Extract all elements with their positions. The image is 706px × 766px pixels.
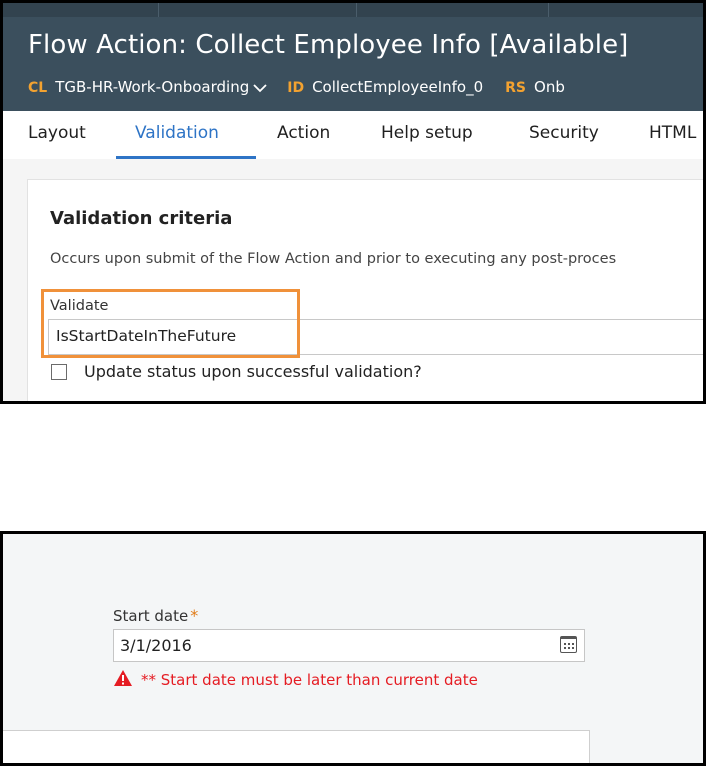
ruleset-tag: RS [505,80,527,96]
tab-layout[interactable]: Layout [28,123,86,143]
class-tag: CL [28,80,48,96]
update-status-checkbox[interactable] [51,364,67,380]
calendar-icon[interactable] [560,636,577,653]
validation-error: ** Start date must be later than current… [113,669,478,691]
warning-icon [113,669,133,691]
tab-security[interactable]: Security [529,123,599,143]
strip-divider [548,3,549,17]
id-tag: ID [287,80,305,96]
rule-tabs: Layout Validation Action Help setup Secu… [3,111,703,159]
section-description: Occurs upon submit of the Flow Action an… [50,251,617,267]
start-date-input[interactable]: 3/1/2016 [113,629,585,662]
flow-action-panel: Flow Action: Collect Employee Info [Avai… [0,0,706,404]
start-date-label: Start date * [113,606,198,625]
tab-action[interactable]: Action [277,123,330,143]
tab-validation[interactable]: Validation [135,123,219,143]
section-title: Validation criteria [50,208,233,229]
start-date-panel: Start date * 3/1/2016 ** Start date must … [0,531,706,766]
tab-html[interactable]: HTML [649,123,696,143]
start-date-value: 3/1/2016 [120,636,192,655]
validate-input[interactable]: IsStartDateInTheFuture [48,319,703,355]
chevron-down-icon[interactable] [253,79,267,97]
validate-label: Validate [50,298,109,314]
id-value: CollectEmployeeInfo_0 [312,78,484,96]
tab-help-setup[interactable]: Help setup [381,123,473,143]
rule-title: Flow Action: Collect Employee Info [Avai… [28,30,629,60]
header-top-strip [3,3,703,17]
strip-divider [158,3,159,17]
rule-header: Flow Action: Collect Employee Info [Avai… [3,3,703,111]
class-value[interactable]: TGB-HR-Work-Onboarding [55,78,249,96]
strip-divider [356,3,357,17]
update-status-label: Update status upon successful validation… [84,362,422,381]
rule-meta: CL TGB-HR-Work-Onboarding ID CollectEmploye… [28,78,587,97]
start-date-label-text: Start date [113,607,189,625]
ruleset-value[interactable]: Onb [534,78,565,96]
next-field-box [3,730,590,763]
required-marker: * [190,606,199,625]
error-message: ** Start date must be later than current… [141,671,478,689]
